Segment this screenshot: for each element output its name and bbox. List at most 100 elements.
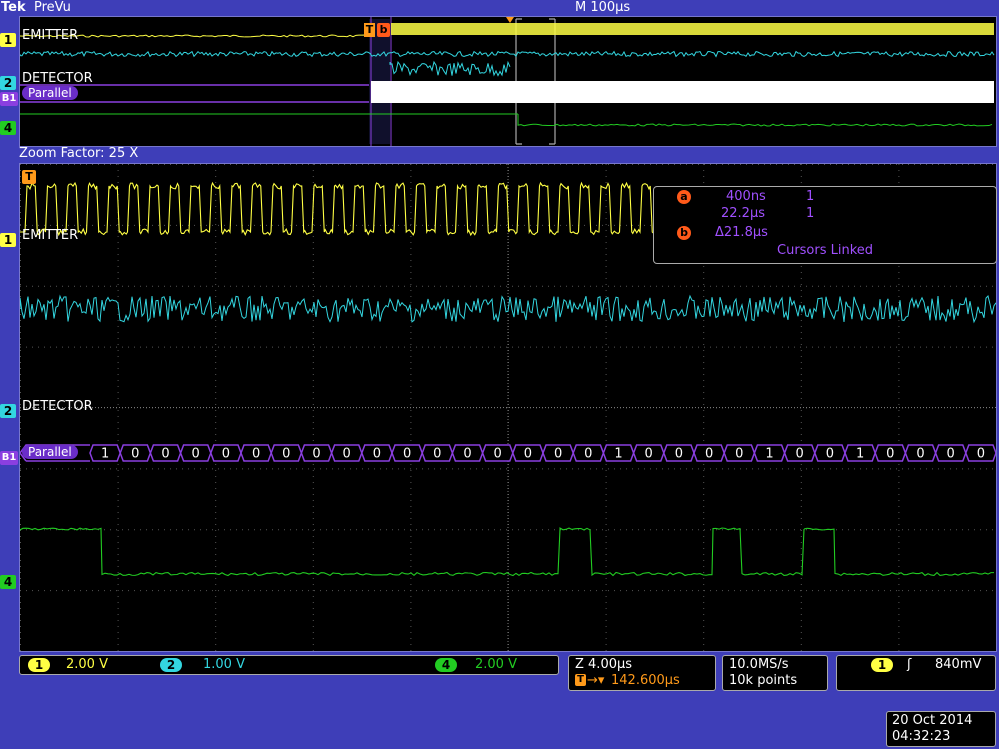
graticule-dot (312, 428, 314, 429)
graticule-dot (206, 285, 207, 287)
graticule-dot (680, 285, 681, 287)
graticule-dot (890, 590, 891, 592)
overview-ch1-label[interactable]: 1 EMITTER (0, 29, 78, 48)
graticule-dot (848, 164, 849, 165)
trigger-panel[interactable]: 1 ʃ 840mV (836, 655, 996, 691)
graticule-dot (404, 224, 405, 226)
graticule-dot (800, 320, 802, 321)
graticule-dot (392, 164, 393, 165)
graticule-dot (703, 320, 705, 321)
ch2-scale-marker: 2 (160, 658, 182, 672)
graticule-dot (20, 230, 21, 231)
graticule-dot (344, 529, 345, 531)
graticule-dot (452, 346, 453, 348)
ch2-label[interactable]: 2 DETECTOR (0, 400, 93, 419)
graticule-dot (215, 386, 217, 387)
graticule-dot (50, 529, 51, 531)
graticule-dot (584, 224, 585, 226)
graticule-dot (440, 346, 441, 348)
graticule-dot (410, 278, 412, 279)
cursor-a-icon: a (677, 190, 691, 204)
graticule-dot (182, 346, 183, 348)
graticule-dot (908, 285, 909, 287)
graticule-dot (722, 590, 723, 592)
graticule-dot (266, 590, 267, 592)
ch4-label[interactable]: 4 (0, 571, 16, 590)
graticule-dot (542, 346, 543, 348)
graticule-dot (182, 224, 183, 226)
graticule-dot (215, 224, 217, 225)
ch1-label[interactable]: 1 EMITTER (0, 229, 78, 248)
graticule-dot (188, 529, 189, 531)
graticule-dot (703, 572, 705, 573)
graticule-dot (312, 590, 314, 591)
graticule-dot (836, 529, 837, 531)
graticule-dot (605, 428, 607, 429)
graticule-dot (278, 590, 279, 592)
graticule-dot (260, 164, 261, 165)
graticule-dot (746, 468, 747, 470)
overview-waveform-window[interactable]: T b (19, 16, 997, 147)
graticule-dot (215, 362, 217, 363)
graticule-dot (314, 164, 315, 165)
graticule-dot (476, 164, 477, 165)
graticule-dot (374, 529, 375, 531)
graticule-dot (176, 224, 177, 226)
graticule-dot (605, 530, 607, 531)
graticule-dot (704, 285, 705, 287)
graticule-dot (215, 242, 217, 243)
graticule-dot (898, 590, 900, 591)
graticule-dot (632, 164, 633, 165)
acquisition-panel[interactable]: 10.0MS/s 10k points (722, 655, 828, 691)
bus-label[interactable]: B1 Parallel (0, 445, 78, 465)
graticule-dot (605, 614, 607, 615)
graticule-dot (703, 176, 705, 177)
graticule-dot (782, 285, 783, 287)
graticule-dot (898, 290, 900, 291)
graticule-dot (650, 590, 651, 592)
overview-ch2-trace (19, 50, 995, 58)
graticule-dot (410, 464, 412, 465)
graticule-dot (626, 224, 627, 226)
ch1-scale-marker: 1 (28, 658, 50, 672)
graticule-dot (703, 428, 705, 429)
overview-ch4-label[interactable]: 4 (0, 117, 16, 136)
overview-ch1-burst (391, 23, 994, 35)
graticule-dot (703, 338, 705, 339)
graticule-dot (20, 212, 21, 213)
graticule-dot (188, 346, 189, 348)
graticule-dot (164, 529, 165, 531)
graticule-dot (410, 644, 412, 645)
graticule-dot (470, 590, 471, 592)
graticule-dot (482, 285, 483, 287)
graticule-dot (215, 482, 217, 483)
graticule-dot (800, 578, 802, 579)
graticule-dot (260, 590, 261, 592)
graticule-dot (410, 614, 412, 615)
cursor-readout-panel[interactable]: a 400ns 1 22.2µs 1 b Δ21.8µs Cursors Lin… (653, 186, 997, 264)
graticule-dot (703, 500, 705, 501)
graticule-dot (312, 530, 314, 531)
zoom-waveform-window[interactable]: 1000000000000000010000100100000 T a 400n… (19, 163, 999, 652)
graticule-dot (74, 224, 75, 226)
graticule-dot (117, 350, 119, 351)
overview-bus-label[interactable]: B1 Parallel (0, 86, 78, 106)
graticule-dot (117, 368, 119, 369)
graticule-dot (710, 346, 711, 348)
graticule-dot (605, 332, 607, 333)
graticule-dot (704, 164, 705, 165)
graticule-dot (605, 374, 607, 375)
graticule-dot (380, 529, 381, 531)
graticule-dot (117, 644, 119, 645)
graticule-dot (312, 602, 314, 603)
vertical-scale-panel[interactable]: 1 2.00 V 2 1.00 V 4 2.00 V (19, 655, 559, 675)
graticule-dot (117, 524, 119, 525)
graticule-dot (898, 440, 900, 441)
graticule-dot (968, 285, 969, 287)
graticule-dot (410, 638, 412, 639)
horizontal-panel[interactable]: Z 4.00µs T →▾ 142.600µs (568, 655, 716, 691)
graticule-dot (56, 468, 57, 470)
graticule-dot (703, 602, 705, 603)
graticule-dot (898, 566, 900, 567)
graticule-dot (215, 206, 217, 207)
